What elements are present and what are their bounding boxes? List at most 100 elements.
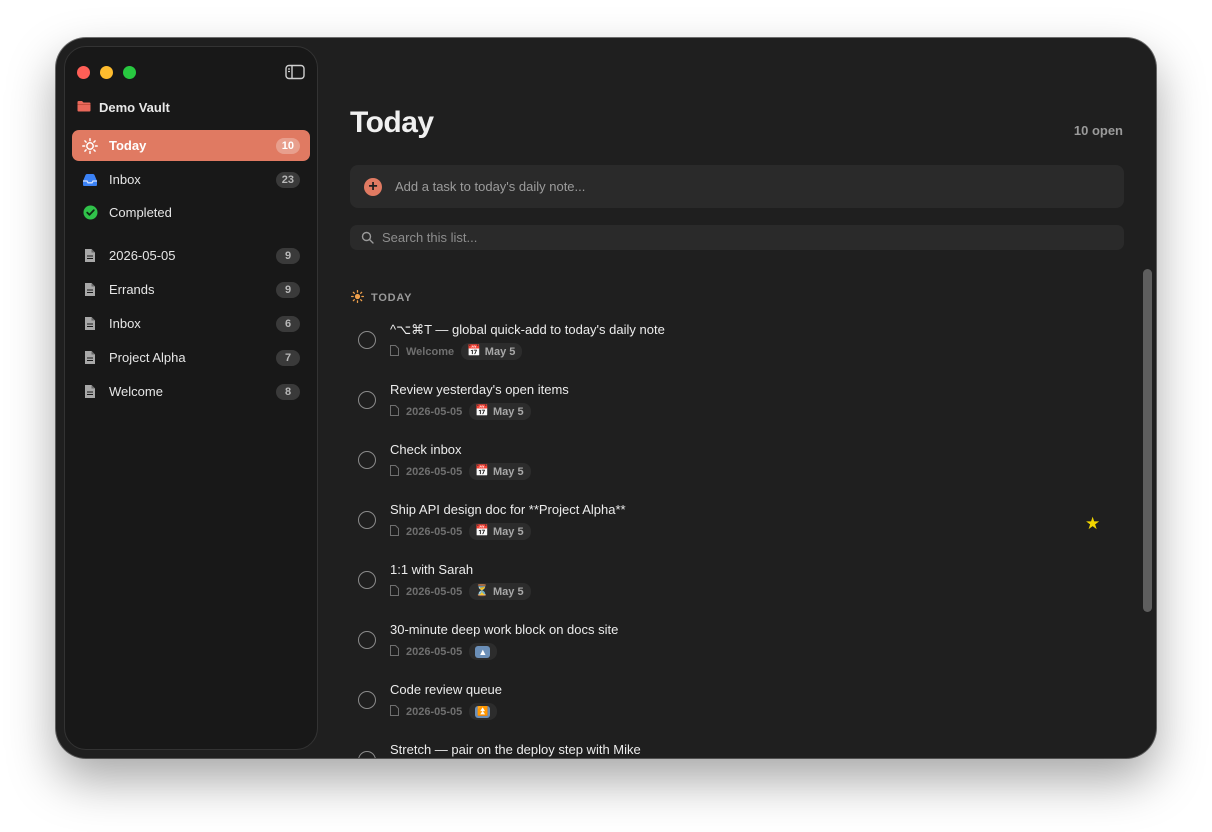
task-row[interactable]: 30-minute deep work block on docs site 2… <box>350 613 1110 673</box>
calendar-icon: 📅 <box>475 405 489 417</box>
inbox-tray-icon <box>82 172 98 188</box>
task-title: Stretch — pair on the deploy step with M… <box>390 742 641 757</box>
calendar-icon: 📅 <box>467 345 481 357</box>
star-icon[interactable]: ★ <box>1085 514 1100 534</box>
count-badge: 9 <box>276 247 300 264</box>
vault-name: Demo Vault <box>99 99 170 115</box>
count-badge: 10 <box>275 137 300 154</box>
add-task-input[interactable]: + Add a task to today's daily note... <box>350 165 1124 208</box>
search-placeholder: Search this list... <box>382 230 478 245</box>
task-checkbox[interactable] <box>358 751 376 758</box>
check-circle-icon <box>82 205 98 221</box>
count-badge: 7 <box>276 349 300 366</box>
task-checkbox[interactable] <box>358 691 376 709</box>
sidebar-item-label: Completed <box>109 205 172 220</box>
file-icon <box>390 644 399 659</box>
scrollbar-thumb[interactable] <box>1143 269 1152 612</box>
task-meta: 2026-05-05 📅 May 5 <box>390 523 531 540</box>
file-icon <box>390 344 399 359</box>
sidebar-item-label: Today <box>109 138 147 153</box>
sidebar-toggle-icon[interactable] <box>285 64 305 80</box>
due-date-chip[interactable]: 📅 May 5 <box>469 463 531 480</box>
search-input[interactable]: Search this list... <box>350 225 1124 250</box>
close-window-button[interactable] <box>77 66 90 79</box>
task-row[interactable]: ^⌥⌘T — global quick-add to today's daily… <box>350 313 1110 373</box>
add-plus-icon[interactable]: + <box>364 177 382 196</box>
count-badge: 23 <box>275 171 300 188</box>
file-icon <box>390 404 399 419</box>
open-count: 10 open <box>1073 123 1123 138</box>
task-source[interactable]: 2026-05-05 <box>406 466 462 478</box>
task-checkbox[interactable] <box>358 511 376 529</box>
task-title: Code review queue <box>390 682 503 697</box>
sun-icon <box>82 137 98 154</box>
task-checkbox[interactable] <box>358 631 376 649</box>
task-meta: Welcome 📅 May 5 <box>390 343 523 360</box>
task-meta: 2026-05-05 ⏫ <box>390 703 498 720</box>
task-source[interactable]: 2026-05-05 <box>406 526 462 538</box>
folder-icon <box>77 100 91 115</box>
task-checkbox[interactable] <box>358 331 376 349</box>
app-window: Demo Vault Today 10 Inbox 23 Completed 2… <box>56 38 1156 758</box>
due-date-chip[interactable]: 📅 May 5 <box>469 403 531 420</box>
sidebar-item-label: Inbox <box>109 172 141 187</box>
task-checkbox[interactable] <box>358 571 376 589</box>
task-source[interactable]: 2026-05-05 <box>406 406 462 418</box>
task-row[interactable]: Stretch — pair on the deploy step with M… <box>350 733 1110 758</box>
task-source[interactable]: 2026-05-05 <box>406 706 462 718</box>
hourglass-icon: ⏳ <box>475 585 489 597</box>
task-row[interactable]: Code review queue 2026-05-05 ⏫ <box>350 673 1110 733</box>
task-source[interactable]: 2026-05-05 <box>406 646 462 658</box>
sidebar-item-inbox[interactable]: Inbox 23 <box>72 164 310 195</box>
file-icon <box>390 584 399 599</box>
sidebar: Demo Vault Today 10 Inbox 23 Completed 2… <box>64 46 318 750</box>
minimize-window-button[interactable] <box>100 66 113 79</box>
document-icon <box>82 350 98 366</box>
due-date-chip[interactable]: 📅 May 5 <box>469 523 531 540</box>
priority-chip[interactable]: ▲ <box>469 643 498 660</box>
add-task-placeholder: Add a task to today's daily note... <box>395 179 586 194</box>
sidebar-item-today[interactable]: Today 10 <box>72 130 310 161</box>
sidebar-item-note-2026-05-05[interactable]: 2026-05-05 9 <box>72 240 310 271</box>
task-checkbox[interactable] <box>358 391 376 409</box>
section-header-today: TODAY <box>351 290 412 306</box>
sidebar-item-label: 2026-05-05 <box>109 248 176 263</box>
document-icon <box>82 248 98 264</box>
task-meta: 2026-05-05 📅 May 5 <box>390 463 531 480</box>
task-source[interactable]: Welcome <box>406 346 454 358</box>
task-row[interactable]: 1:1 with Sarah 2026-05-05 ⏳ May 5 <box>350 553 1110 613</box>
task-title: Check inbox <box>390 442 462 457</box>
task-checkbox[interactable] <box>358 451 376 469</box>
due-date-label: May 5 <box>492 465 524 478</box>
scheduled-chip[interactable]: ⏳ May 5 <box>469 583 531 600</box>
file-icon <box>390 464 399 479</box>
due-date-label: May 5 <box>492 525 524 538</box>
due-date-chip[interactable]: 📅 May 5 <box>461 343 523 360</box>
search-icon <box>361 231 374 244</box>
page-title: Today <box>350 106 434 139</box>
task-meta: 2026-05-05 📅 May 5 <box>390 403 531 420</box>
sidebar-item-note-errands[interactable]: Errands 9 <box>72 274 310 305</box>
sidebar-item-note-inbox[interactable]: Inbox 6 <box>72 308 310 339</box>
task-row[interactable]: Check inbox 2026-05-05 📅 May 5 <box>350 433 1110 493</box>
sidebar-item-note-welcome[interactable]: Welcome 8 <box>72 376 310 407</box>
priority-double-up-icon: ⏫ <box>475 705 491 718</box>
task-row[interactable]: Review yesterday's open items 2026-05-05… <box>350 373 1110 433</box>
task-source[interactable]: 2026-05-05 <box>406 586 462 598</box>
vault-header[interactable]: Demo Vault <box>77 97 170 117</box>
sidebar-item-label: Welcome <box>109 384 163 399</box>
section-title: TODAY <box>371 292 413 304</box>
count-badge: 6 <box>276 315 300 332</box>
task-row[interactable]: Ship API design doc for **Project Alpha*… <box>350 493 1110 553</box>
sun-icon <box>351 290 364 306</box>
sidebar-item-label: Project Alpha <box>109 350 186 365</box>
file-icon <box>390 704 399 719</box>
sidebar-item-note-project-alpha[interactable]: Project Alpha 7 <box>72 342 310 373</box>
due-date-label: May 5 <box>484 345 516 358</box>
file-icon <box>390 524 399 539</box>
priority-chip[interactable]: ⏫ <box>469 703 498 720</box>
zoom-window-button[interactable] <box>123 66 136 79</box>
due-date-label: May 5 <box>492 405 524 418</box>
sidebar-item-completed[interactable]: Completed <box>72 197 310 228</box>
task-title: 30-minute deep work block on docs site <box>390 622 619 637</box>
